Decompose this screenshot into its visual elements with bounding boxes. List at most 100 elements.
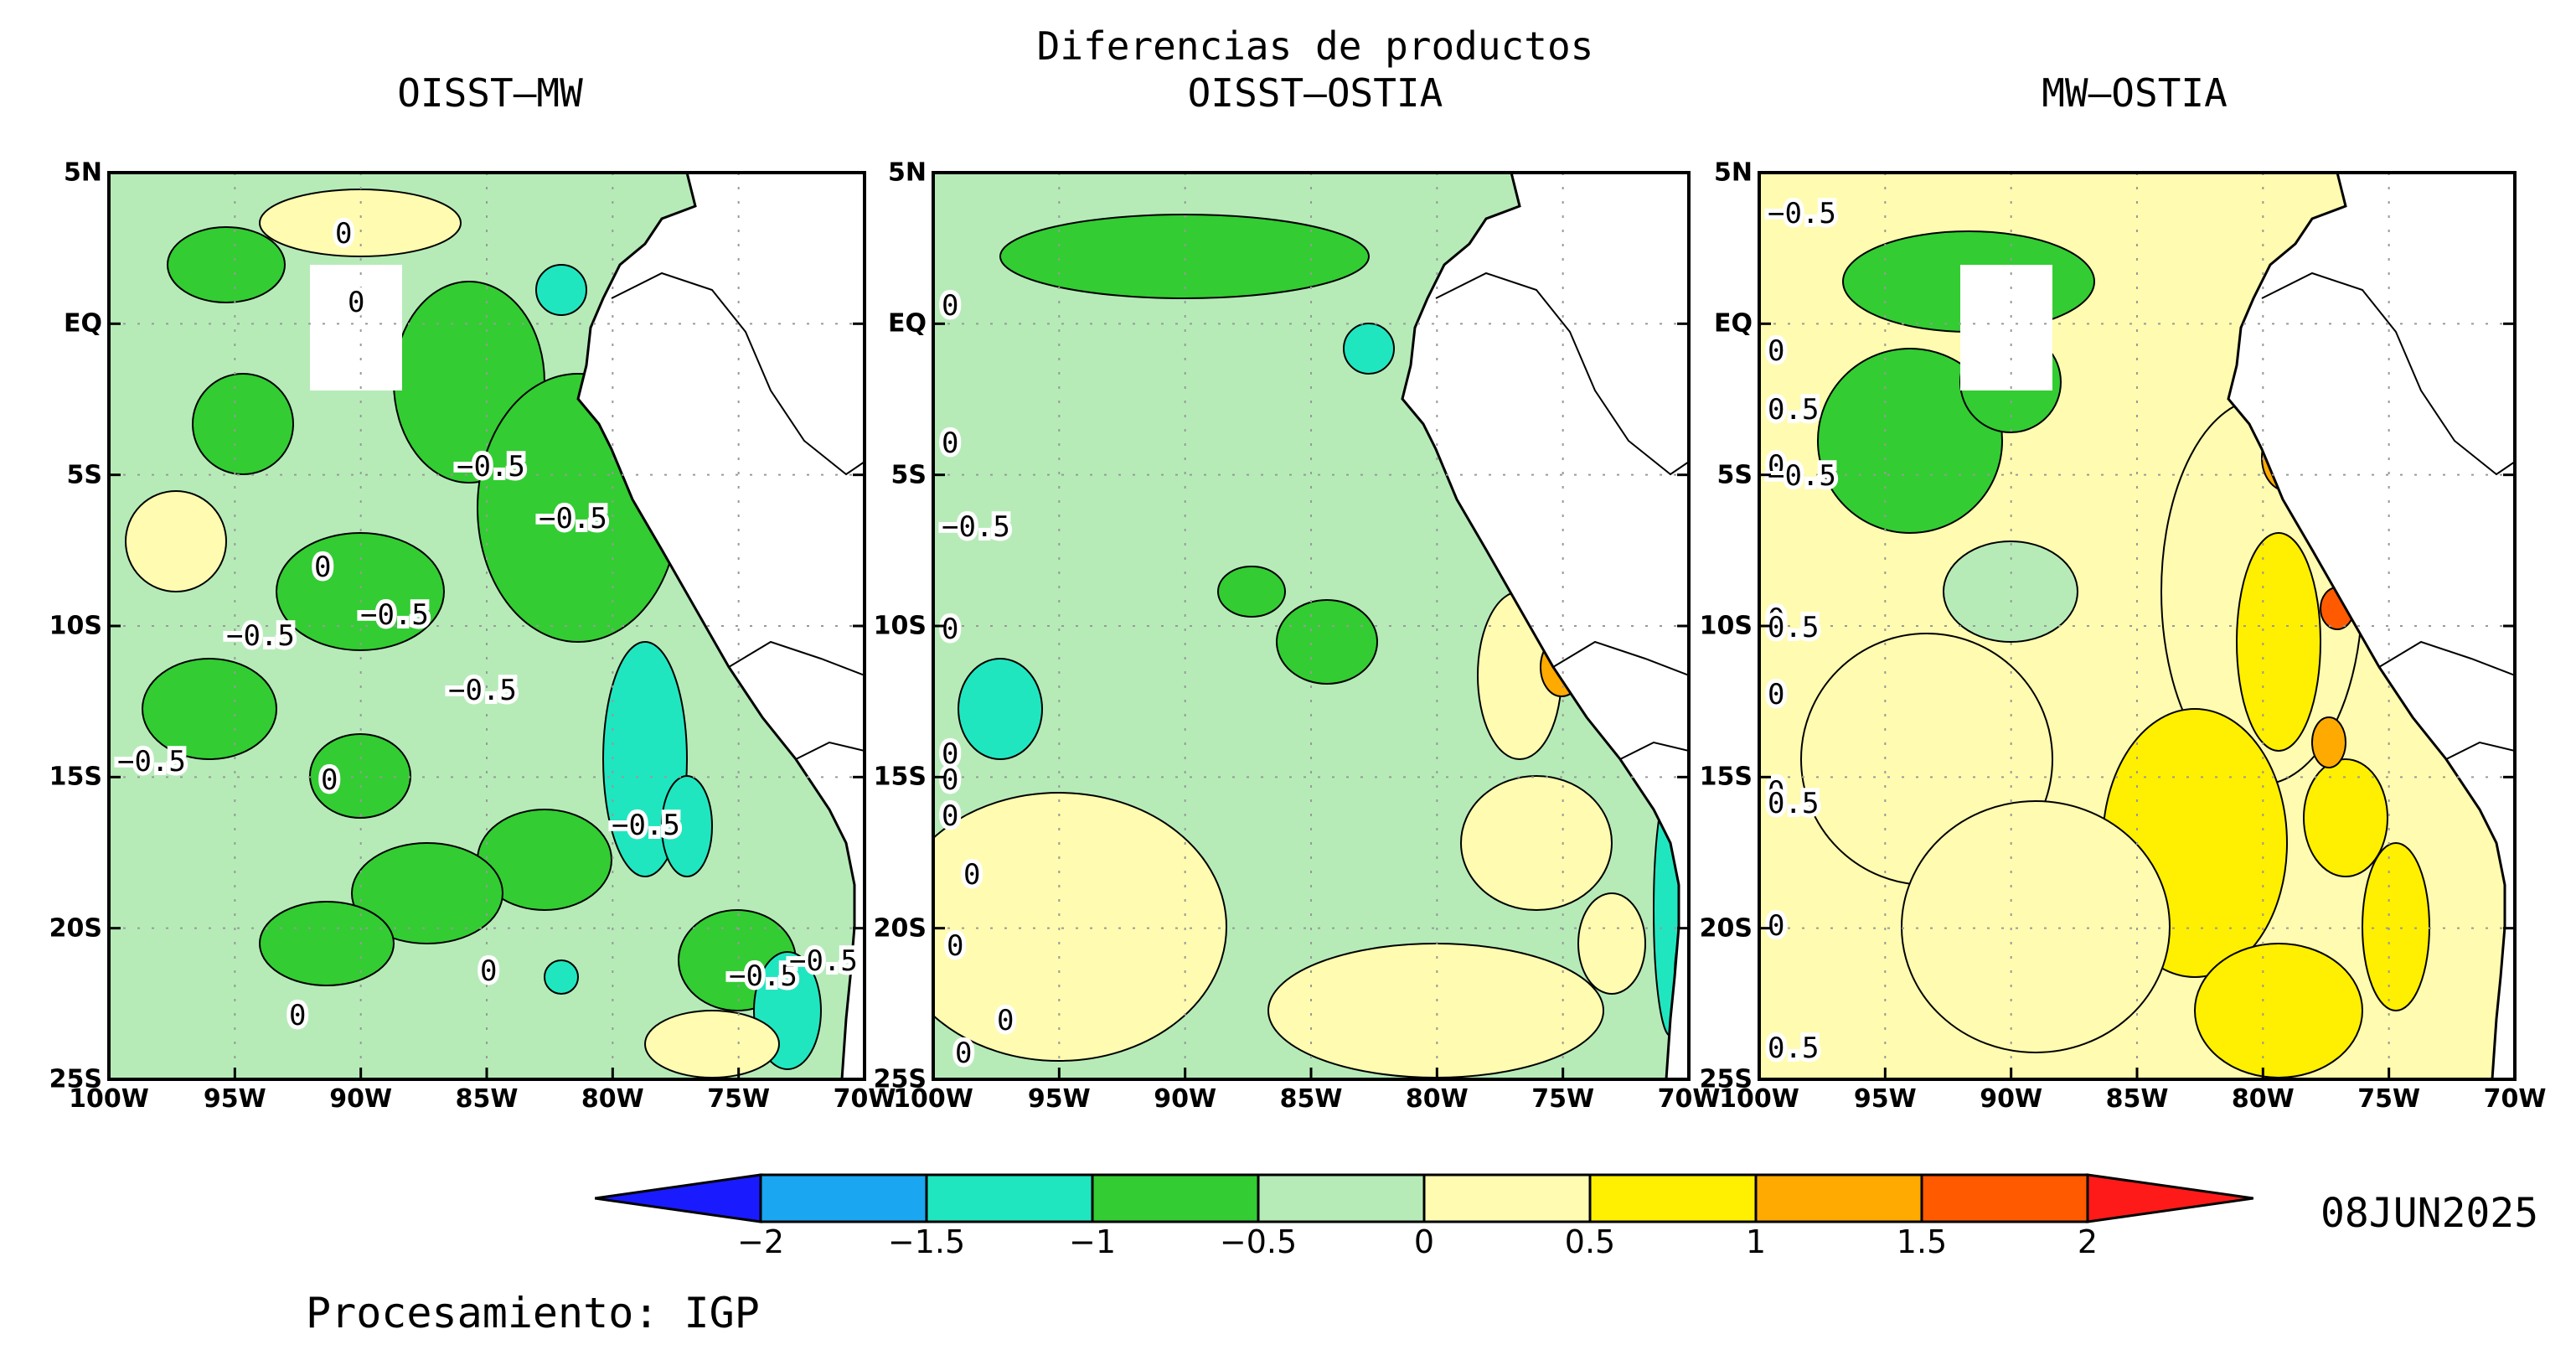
- missing-data-mask: [310, 265, 402, 390]
- contour-label: 0: [955, 1037, 972, 1070]
- contour-label: −0.5: [729, 959, 798, 993]
- contour-label: 0: [1768, 334, 1784, 368]
- contour-label: −0.5: [360, 598, 429, 632]
- contour-label: 0: [947, 929, 963, 963]
- colorbar-tick-label: −1: [1068, 1223, 1117, 1260]
- date-label: 08JUN2025: [2320, 1190, 2539, 1237]
- lat-label: 20S: [49, 913, 102, 944]
- contour-region: [2362, 842, 2430, 1011]
- contour-region: [933, 792, 1227, 1062]
- lat-label: 15S: [873, 762, 927, 792]
- contour-label: −0.5: [1768, 197, 1836, 230]
- contour-region: [1267, 943, 1604, 1078]
- colorbar-segment: [1920, 1173, 2089, 1223]
- contour-region: [1217, 566, 1286, 618]
- contour-region: [259, 901, 395, 986]
- map-panel-oisst-mw: 0 0 −0.5 −0.5 0 −0.5 −0.5 −0.5 −0.5 0 −0.5 0 0 −0.5 −0…: [49, 158, 896, 1115]
- colorbar-tick-label: −0.5: [1219, 1223, 1298, 1260]
- lon-label: 95W: [203, 1084, 266, 1114]
- colorbar-segment: [1588, 1173, 1758, 1223]
- contour-label: 0: [1768, 909, 1784, 943]
- colorbar: [595, 1173, 2253, 1223]
- contour-label: 0: [942, 799, 958, 833]
- lat-label: EQ: [64, 308, 102, 339]
- panel-title-1: OISST–MW: [397, 70, 583, 116]
- contour-label: −0.5: [448, 674, 517, 707]
- lat-label: 20S: [1699, 913, 1753, 944]
- contour-region: [999, 214, 1370, 299]
- lon-label: 90W: [1154, 1084, 1217, 1114]
- contour-label: 0: [942, 613, 958, 646]
- lon-label: 95W: [1853, 1084, 1917, 1114]
- lat-label: 20S: [873, 913, 927, 944]
- lon-label: 90W: [1980, 1084, 2043, 1114]
- contour-label: 0: [942, 289, 958, 323]
- contour-label: 0.5: [1768, 787, 1819, 820]
- contour-label: −0.5: [1768, 459, 1836, 493]
- colorbar-tick-label: 2: [2077, 1223, 2098, 1260]
- colorbar-segment: [2086, 1173, 2253, 1223]
- lon-label: 90W: [329, 1084, 393, 1114]
- contour-label: −0.5: [942, 510, 1010, 544]
- colorbar-segment: [759, 1173, 928, 1223]
- colorbar-segment: [1754, 1173, 1923, 1223]
- contour-region: [1343, 323, 1395, 375]
- contour-region: [1577, 892, 1646, 995]
- contour-region: [2311, 716, 2346, 768]
- colorbar-segment: [1257, 1173, 1426, 1223]
- processing-credit: Procesamiento: IGP: [306, 1289, 760, 1337]
- lon-label: 100W: [1719, 1084, 1799, 1114]
- contour-label: 0: [997, 1004, 1014, 1037]
- lon-label: 85W: [1279, 1084, 1343, 1114]
- lat-label: 10S: [49, 611, 102, 641]
- contour-label: −0.5: [226, 619, 295, 653]
- lon-label: 85W: [2105, 1084, 2169, 1114]
- contour-label: 0: [321, 763, 338, 797]
- lon-label: 100W: [69, 1084, 149, 1114]
- lat-label: 5N: [64, 158, 102, 188]
- contour-region: [644, 1010, 780, 1078]
- contour-region: [1276, 599, 1378, 685]
- lat-label: EQ: [888, 308, 927, 339]
- lat-label: 5S: [1716, 460, 1753, 490]
- contour-region: [535, 264, 587, 316]
- lon-label: 70W: [2483, 1084, 2547, 1114]
- contour-label: −0.5: [612, 809, 680, 842]
- contour-label: 0.5: [1768, 611, 1819, 644]
- contour-label: 0: [1768, 678, 1784, 711]
- contour-label: 0: [942, 763, 958, 797]
- contour-region: [142, 658, 277, 760]
- colorbar-tick-label: 0.5: [1564, 1223, 1616, 1260]
- colorbar-segment: [925, 1173, 1094, 1223]
- lon-label: 95W: [1027, 1084, 1091, 1114]
- colorbar-tick-label: −2: [736, 1223, 785, 1260]
- lat-label: 5S: [66, 460, 102, 490]
- contour-region: [125, 490, 227, 592]
- lon-label: 80W: [2231, 1084, 2295, 1114]
- colorbar-tick-label: 1.5: [1896, 1223, 1948, 1260]
- contour-label: −0.5: [789, 944, 858, 978]
- lon-label: 80W: [581, 1084, 644, 1114]
- missing-data-mask: [1960, 265, 2052, 390]
- lat-label: 15S: [1699, 762, 1753, 792]
- contour-label: 0: [942, 427, 958, 460]
- contour-region: [1901, 800, 2171, 1053]
- contour-region: [167, 226, 286, 303]
- lat-label: EQ: [1714, 308, 1753, 339]
- contour-label: 0: [314, 551, 331, 584]
- colorbar-tick-label: 1: [1745, 1223, 1767, 1260]
- contour-label: 0: [480, 954, 497, 988]
- contour-label: 0.5: [1768, 393, 1819, 427]
- colorbar-segment: [1422, 1173, 1592, 1223]
- panel-title-2: OISST–OSTIA: [1187, 70, 1443, 116]
- lat-label: 5N: [888, 158, 927, 188]
- lat-label: 5N: [1714, 158, 1753, 188]
- colorbar-tick-label: 0: [1413, 1223, 1435, 1260]
- lat-label: 15S: [49, 762, 102, 792]
- lon-label: 75W: [707, 1084, 771, 1114]
- map-panel-oisst-ostia: 0 0 −0.5 0 0 0 0 0 0 0 0 5N EQ 5S 10S 15S 20S 25S 100W 95W 9…: [874, 158, 1721, 1115]
- contour-label: 0: [963, 858, 980, 892]
- lon-label: 100W: [893, 1084, 973, 1114]
- contour-region: [192, 373, 294, 475]
- lon-label: 80W: [1405, 1084, 1469, 1114]
